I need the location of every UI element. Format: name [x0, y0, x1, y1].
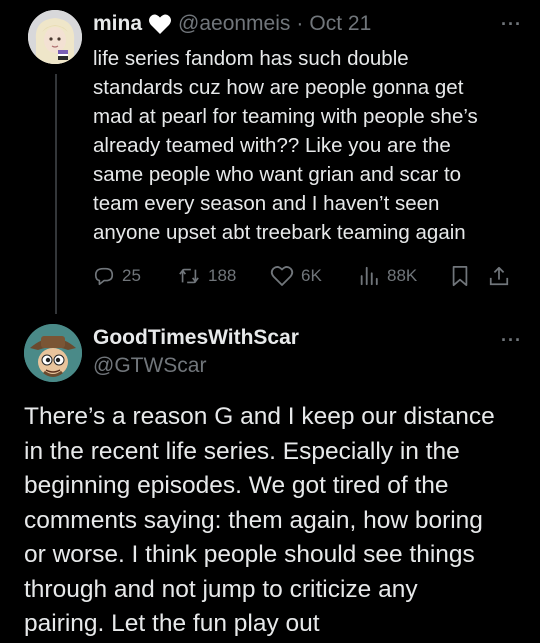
tweet-text-line: mad at pearl for teaming with people she…	[93, 105, 478, 128]
reply-icon	[94, 267, 114, 286]
views-icon	[360, 266, 378, 286]
repost-icon	[179, 268, 199, 284]
author-name[interactable]: mina	[93, 12, 142, 36]
tweet-date[interactable]: Oct 21	[309, 12, 371, 36]
like-button[interactable]: 6K	[270, 265, 358, 287]
bookmark-button[interactable]	[450, 265, 488, 287]
more-options-button[interactable]: ···	[501, 14, 522, 35]
avatar[interactable]	[28, 10, 82, 64]
views-button[interactable]: 88K	[358, 265, 450, 287]
tweet-text-line: or worse. I think people should see thin…	[24, 541, 475, 568]
author-handle[interactable]: @GTWScar	[93, 354, 206, 378]
white-heart-icon	[148, 13, 172, 35]
tweet-text-line: anyone upset abt treebark teaming again	[93, 221, 466, 244]
like-icon	[270, 266, 294, 286]
reply-button[interactable]: 25	[93, 265, 177, 287]
tweet-text-line: pairing. Let the fun play out	[24, 610, 320, 637]
tweet-text-line: life series fandom has such double	[93, 47, 409, 70]
more-options-button[interactable]: ···	[501, 330, 522, 351]
tweet-text-line: in the recent life series. Especially in…	[24, 437, 460, 465]
thread-connector-line	[55, 74, 57, 314]
avatar-image	[24, 324, 82, 382]
tweet-text-line: already teamed with?? Like you are the	[93, 134, 451, 157]
tweet-text-line: standards cuz how are people gonna get	[93, 76, 464, 99]
repost-button[interactable]: 188	[177, 265, 270, 287]
action-bar: 25 188 6K 88K	[93, 262, 518, 290]
tweet-text-line: same people who want grian and scar to	[93, 163, 462, 186]
reply-tweet[interactable]: GoodTimesWithScar @GTWScar ··· There’s a…	[0, 310, 540, 643]
share-button[interactable]	[488, 265, 510, 287]
tweet-text-line: through and not jump to criticize any	[24, 575, 418, 603]
author-handle[interactable]: @aeonmeis	[178, 12, 290, 36]
separator-dot: ·	[296, 12, 304, 35]
bookmark-icon	[452, 265, 468, 287]
tweet-header: mina @aeonmeis · Oct 21	[93, 10, 371, 38]
avatar-image	[28, 10, 82, 64]
tweet-text: There’s a reason G and I keep our distan…	[24, 400, 524, 642]
avatar[interactable]	[24, 324, 82, 382]
tweet-text-line: beginning episodes. We got tired of the	[24, 472, 449, 499]
tweet-text-line: team every season and I haven’t seen	[93, 192, 440, 215]
tweet-text-line: comments saying: them again, how boring	[24, 506, 483, 534]
view-count: 88K	[387, 266, 418, 285]
share-icon	[489, 266, 509, 286]
reply-count: 25	[122, 266, 141, 285]
like-count: 6K	[301, 266, 322, 285]
tweet-text-line: There’s a reason G and I keep our distan…	[24, 403, 495, 430]
quoted-parent-tweet[interactable]: mina @aeonmeis · Oct 21 ··· life series …	[0, 0, 540, 314]
author-name[interactable]: GoodTimesWithScar	[93, 326, 299, 350]
repost-count: 188	[208, 266, 237, 285]
tweet-text: life series fandom has such double stand…	[93, 44, 523, 247]
